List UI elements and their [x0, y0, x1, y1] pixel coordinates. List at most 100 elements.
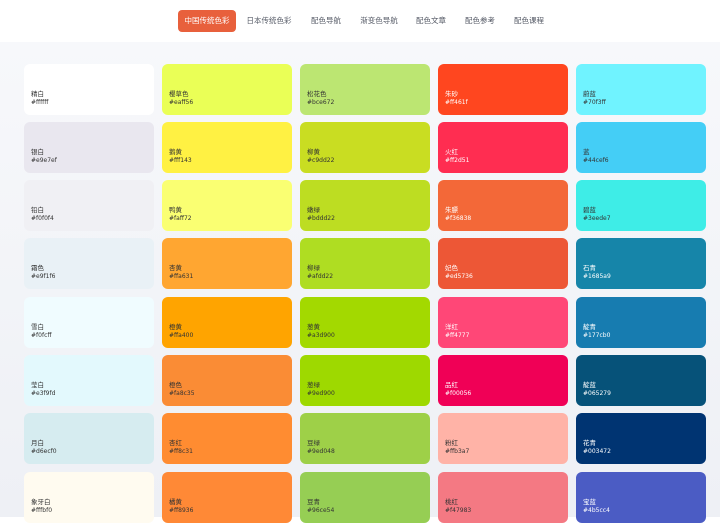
color-swatch[interactable]: 杏黄 #ffa631: [162, 238, 292, 289]
color-swatch[interactable]: 柳绿 #afdd22: [300, 238, 430, 289]
nav-color-reference[interactable]: 配色参考: [458, 10, 502, 32]
color-hex-code: #4b5cc4: [583, 507, 610, 514]
color-swatch[interactable]: 嫩绿 #bddd22: [300, 180, 430, 231]
color-hex-code: #e3f9fd: [31, 390, 56, 397]
color-hex-code: #065279: [583, 390, 611, 397]
color-hex-code: #c9dd22: [307, 157, 335, 164]
color-swatch[interactable]: 橘黄 #ff8936: [162, 472, 292, 523]
color-name: 月白: [31, 439, 44, 447]
color-swatch[interactable]: 靛蓝 #065279: [576, 355, 706, 406]
color-hex-code: #f47983: [445, 507, 472, 514]
color-name: 鹅黄: [169, 148, 182, 156]
nav-japanese-colors[interactable]: 日本传统色彩: [242, 10, 296, 32]
color-swatch[interactable]: 桃红 #f47983: [438, 472, 568, 523]
color-name: 松花色: [307, 90, 327, 98]
color-grid: 精白 #ffffff 银白 #e9e7ef 铅白 #f0f0f4 霜色 #e9f1f6 雪白 #f…: [0, 42, 720, 523]
color-swatch[interactable]: 朱膘 #f36838: [438, 180, 568, 231]
color-hex-code: #fa8c35: [169, 390, 195, 397]
color-name: 雪白: [31, 323, 44, 331]
color-swatch[interactable]: 蓝 #44cef6: [576, 122, 706, 173]
color-hex-code: #f36838: [445, 215, 472, 222]
nav-color-navigation[interactable]: 配色导航: [304, 10, 348, 32]
color-name: 蔚蓝: [583, 90, 596, 98]
color-swatch[interactable]: 鹅黄 #fff143: [162, 122, 292, 173]
color-name: 铅白: [31, 206, 44, 214]
color-name: 豆绿: [307, 439, 320, 447]
color-hex-code: #ffa631: [169, 273, 194, 280]
color-hex-code: #ffa400: [169, 332, 194, 339]
color-name: 靛蓝: [583, 381, 596, 389]
color-hex-code: #ff4777: [445, 332, 470, 339]
color-swatch[interactable]: 朱砂 #ff461f: [438, 64, 568, 115]
color-hex-code: #44cef6: [583, 157, 609, 164]
color-hex-code: #177cb0: [583, 332, 611, 339]
color-swatch[interactable]: 杏红 #ff8c31: [162, 413, 292, 464]
color-name: 象牙白: [31, 498, 51, 506]
color-swatch[interactable]: 精白 #ffffff: [24, 64, 154, 115]
color-swatch[interactable]: 樱草色 #eaff56: [162, 64, 292, 115]
color-name: 宝蓝: [583, 498, 596, 506]
color-name: 石青: [583, 264, 596, 272]
color-hex-code: #fff143: [169, 157, 192, 164]
color-hex-code: #f00056: [445, 390, 472, 397]
color-hex-code: #bce672: [307, 99, 335, 106]
color-name: 杏黄: [169, 264, 182, 272]
color-name: 品红: [445, 381, 458, 389]
color-swatch[interactable]: 葱绿 #9ed900: [300, 355, 430, 406]
color-swatch[interactable]: 品红 #f00056: [438, 355, 568, 406]
color-swatch[interactable]: 石青 #1685a9: [576, 238, 706, 289]
color-swatch[interactable]: 鸭黄 #faff72: [162, 180, 292, 231]
color-hex-code: #1685a9: [583, 273, 611, 280]
color-swatch[interactable]: 霜色 #e9f1f6: [24, 238, 154, 289]
color-swatch[interactable]: 月白 #d6ecf0: [24, 413, 154, 464]
color-swatch[interactable]: 银白 #e9e7ef: [24, 122, 154, 173]
color-name: 樱草色: [169, 90, 189, 98]
color-hex-code: #9ed048: [307, 448, 335, 455]
color-swatch[interactable]: 火红 #ff2d51: [438, 122, 568, 173]
color-swatch[interactable]: 妃色 #ed5736: [438, 238, 568, 289]
color-hex-code: #ed5736: [445, 273, 473, 280]
color-name: 银白: [31, 148, 44, 156]
color-swatch[interactable]: 豆绿 #9ed048: [300, 413, 430, 464]
color-hex-code: #afdd22: [307, 273, 334, 280]
color-hex-code: #ff8c31: [169, 448, 193, 455]
nav-chinese-colors[interactable]: 中国传统色彩: [178, 10, 236, 32]
color-name: 橙色: [169, 381, 182, 389]
color-name: 霜色: [31, 264, 44, 272]
color-name: 葱黄: [307, 323, 320, 331]
color-name: 蓝: [583, 148, 590, 156]
color-swatch[interactable]: 柳黄 #c9dd22: [300, 122, 430, 173]
color-hex-code: #e9f1f6: [31, 273, 56, 280]
color-swatch[interactable]: 橙色 #fa8c35: [162, 355, 292, 406]
color-name: 橙黄: [169, 323, 182, 331]
color-swatch[interactable]: 橙黄 #ffa400: [162, 297, 292, 348]
color-name: 柳绿: [307, 264, 320, 272]
color-swatch[interactable]: 碧蓝 #3eede7: [576, 180, 706, 231]
color-swatch[interactable]: 葱黄 #a3d900: [300, 297, 430, 348]
color-name: 杏红: [169, 439, 182, 447]
color-name: 妃色: [445, 264, 458, 272]
color-swatch[interactable]: 洋红 #ff4777: [438, 297, 568, 348]
color-swatch[interactable]: 雪白 #f0fcff: [24, 297, 154, 348]
color-hex-code: #96ce54: [307, 507, 335, 514]
color-swatch[interactable]: 宝蓝 #4b5cc4: [576, 472, 706, 523]
color-hex-code: #f0f0f4: [31, 215, 54, 222]
color-hex-code: #fffbf0: [31, 507, 53, 514]
color-swatch[interactable]: 莹白 #e3f9fd: [24, 355, 154, 406]
color-swatch[interactable]: 花青 #003472: [576, 413, 706, 464]
color-name: 朱砂: [445, 90, 458, 98]
color-swatch[interactable]: 豆青 #96ce54: [300, 472, 430, 523]
color-swatch[interactable]: 靛青 #177cb0: [576, 297, 706, 348]
color-swatch[interactable]: 铅白 #f0f0f4: [24, 180, 154, 231]
nav-color-courses[interactable]: 配色课程: [508, 10, 550, 32]
nav-color-articles[interactable]: 配色文章: [410, 10, 452, 32]
color-swatch[interactable]: 蔚蓝 #70f3ff: [576, 64, 706, 115]
nav-gradient-navigation[interactable]: 渐变色导航: [354, 10, 404, 32]
color-hex-code: #70f3ff: [583, 99, 606, 106]
color-hex-code: #d6ecf0: [31, 448, 57, 455]
color-swatch[interactable]: 松花色 #bce672: [300, 64, 430, 115]
color-swatch[interactable]: 象牙白 #fffbf0: [24, 472, 154, 523]
color-swatch[interactable]: 粉红 #ffb3a7: [438, 413, 568, 464]
color-hex-code: #a3d900: [307, 332, 335, 339]
color-hex-code: #ff8936: [169, 507, 194, 514]
